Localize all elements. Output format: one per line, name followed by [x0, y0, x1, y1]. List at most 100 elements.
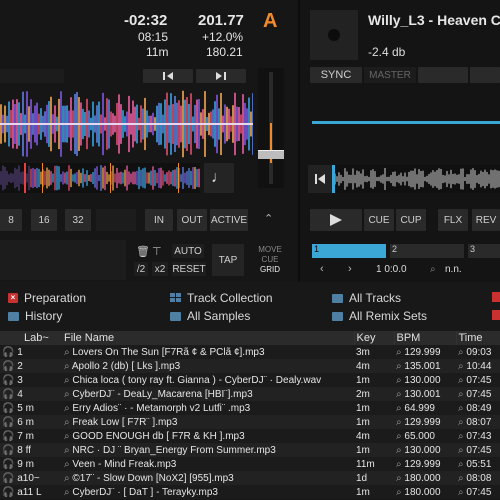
headphones-icon[interactable]: 🎧: [2, 417, 14, 428]
tap-button[interactable]: TAP: [212, 244, 244, 276]
headphones-icon[interactable]: 🎧: [2, 361, 14, 372]
search-icon[interactable]: ⌕: [458, 389, 464, 400]
table-row[interactable]: 🎧 7 m ⌕ GOOD ENOUGH db [ F7R & KH ].mp3 4m…: [0, 429, 500, 443]
favorite-history[interactable]: History: [8, 309, 62, 323]
search-icon[interactable]: ⌕: [64, 459, 70, 470]
collapse-up-icon[interactable]: ⌃: [264, 212, 273, 225]
grid-auto-button[interactable]: AUTO: [172, 244, 204, 258]
tempo-fader-handle[interactable]: [258, 150, 284, 159]
search-icon[interactable]: ⌕: [64, 417, 70, 428]
search-icon[interactable]: ⌕: [458, 417, 464, 428]
search-icon[interactable]: ⌕: [64, 389, 70, 400]
table-row[interactable]: 🎧 4 ⌕ CyberDJ¨ - DeaLy_Macarena [HBI¨].mp…: [0, 387, 500, 401]
delete-icon-edge[interactable]: [492, 292, 500, 302]
move-mode-selector[interactable]: MOVE CUE GRID: [252, 245, 288, 275]
table-row[interactable]: 🎧 5 m ⌕ Erry Adios¨ · - Metamorph v2 Lutf…: [0, 401, 500, 415]
loop-in-button[interactable]: IN: [145, 209, 173, 231]
search-icon[interactable]: ⌕: [64, 403, 70, 414]
grid-reset-button[interactable]: RESET: [172, 262, 206, 276]
search-icon[interactable]: ⌕: [64, 375, 70, 386]
deck-b-waveform-line[interactable]: [312, 121, 500, 124]
column-bpm[interactable]: BPM: [393, 331, 456, 345]
search-icon[interactable]: ⌕: [396, 361, 402, 372]
master-button[interactable]: MASTER: [364, 67, 416, 83]
search-icon[interactable]: ⌕: [64, 487, 70, 498]
beatjump-back-button[interactable]: [143, 69, 193, 83]
loop-out-button[interactable]: OUT: [177, 209, 207, 231]
nav-next-icon[interactable]: ›: [348, 263, 352, 275]
search-icon[interactable]: ⌕: [458, 459, 464, 470]
headphones-icon[interactable]: 🎧: [2, 403, 14, 414]
loop-active-button[interactable]: ACTIVE: [210, 209, 248, 231]
search-icon[interactable]: ⌕: [396, 403, 402, 414]
search-icon[interactable]: ⌕: [458, 473, 464, 484]
nav-prev-icon[interactable]: ‹: [320, 263, 324, 275]
cup-button[interactable]: CUP: [396, 209, 426, 231]
sync-button[interactable]: SYNC: [310, 67, 362, 83]
search-icon[interactable]: ⌕: [396, 417, 402, 428]
favorite-all-tracks[interactable]: All Tracks: [332, 291, 401, 305]
search-icon[interactable]: ⌕: [396, 487, 402, 498]
column-label[interactable]: Lab~: [0, 331, 62, 345]
deck-b-overview[interactable]: [332, 165, 500, 193]
deck-b-toggle-1[interactable]: [418, 67, 468, 83]
reverse-button[interactable]: REV: [472, 209, 500, 231]
column-file-name[interactable]: File Name: [62, 331, 354, 345]
flux-button[interactable]: FLX: [438, 209, 468, 231]
search-icon[interactable]: ⌕: [396, 347, 402, 358]
deck-b-jump-start-button[interactable]: [308, 165, 332, 193]
track-overview[interactable]: [0, 163, 200, 193]
deck-a-waveform[interactable]: [0, 88, 253, 160]
search-icon[interactable]: ⌕: [396, 473, 402, 484]
grid-double-button[interactable]: x2: [152, 262, 168, 276]
table-row[interactable]: 🎧 6 m ⌕ Freak Low [ F7R¨ ].mp3 1m ⌕ 129.999…: [0, 415, 500, 429]
table-row[interactable]: 🎧 9 m ⌕ Veen - Mind Freak.mp3 11m ⌕ 129.999…: [0, 457, 500, 471]
search-icon[interactable]: ⌕: [396, 431, 402, 442]
headphones-icon[interactable]: 🎧: [2, 347, 14, 358]
search-icon[interactable]: ⌕: [458, 403, 464, 414]
table-row[interactable]: 🎧 8 ff ⌕ NRC · DJ ¨ Bryan_Energy From Sum…: [0, 443, 500, 457]
headphones-icon[interactable]: 🎧: [2, 473, 14, 484]
table-row[interactable]: 🎧 2 ⌕ Apollo 2 (db) [ Lks ].mp3 4m ⌕ 135.00…: [0, 359, 500, 373]
headphones-icon[interactable]: 🎧: [2, 487, 14, 498]
grid-half-button[interactable]: /2: [134, 262, 148, 276]
favorite-preparation[interactable]: × Preparation: [8, 291, 86, 305]
search-icon[interactable]: ⌕: [64, 431, 70, 442]
search-icon[interactable]: ⌕: [64, 445, 70, 456]
loop-size-16[interactable]: 16: [31, 209, 57, 231]
headphones-icon[interactable]: 🎧: [2, 389, 14, 400]
beatjump-forward-button[interactable]: [196, 69, 246, 83]
loop-size-32[interactable]: 32: [65, 209, 91, 231]
search-icon[interactable]: ⌕: [64, 361, 70, 372]
column-time[interactable]: Time: [455, 331, 500, 345]
search-icon[interactable]: ⌕: [458, 487, 464, 498]
search-icon[interactable]: ⌕: [64, 347, 70, 358]
search-icon[interactable]: ⌕: [396, 459, 402, 470]
search-icon[interactable]: ⌕: [458, 431, 464, 442]
loop-size-8[interactable]: 8: [0, 209, 22, 231]
column-key[interactable]: Key: [353, 331, 394, 345]
headphones-icon[interactable]: 🎧: [2, 431, 14, 442]
table-row[interactable]: 🎧 a10~ ⌕ ©17¨ - Slow Down [NoX2] [955].mp…: [0, 471, 500, 485]
headphones-icon[interactable]: 🎧: [2, 459, 14, 470]
search-icon[interactable]: ⌕: [396, 389, 402, 400]
search-icon[interactable]: ⌕: [396, 375, 402, 386]
cue-button[interactable]: CUE: [364, 209, 394, 231]
pin-icon[interactable]: ⊤: [152, 245, 162, 258]
deck-b-toggle-2[interactable]: [470, 67, 500, 83]
deck-letter[interactable]: A: [263, 10, 277, 33]
quantize-button[interactable]: ♩: [204, 163, 234, 193]
play-button[interactable]: [310, 209, 362, 231]
table-row[interactable]: 🎧 a11 L ⌕ CyberDJ¨ · [ DaT ] - Terayky.mp…: [0, 485, 500, 499]
deck-a-left-toggle[interactable]: [0, 69, 64, 83]
favorite-all-remix-sets[interactable]: All Remix Sets: [332, 309, 427, 323]
search-icon[interactable]: ⌕: [458, 347, 464, 358]
search-icon[interactable]: ⌕: [458, 375, 464, 386]
headphones-icon[interactable]: 🎧: [2, 375, 14, 386]
search-icon[interactable]: ⌕: [396, 445, 402, 456]
search-icon[interactable]: ⌕: [64, 473, 70, 484]
headphones-icon[interactable]: 🎧: [2, 445, 14, 456]
trash-icon[interactable]: 🗑: [136, 245, 150, 258]
favorite-all-samples[interactable]: All Samples: [170, 309, 250, 323]
table-row[interactable]: 🎧 1 ⌕ Lovers On The Sun [F7Rã ¢ & PClã ¢]…: [0, 345, 500, 359]
